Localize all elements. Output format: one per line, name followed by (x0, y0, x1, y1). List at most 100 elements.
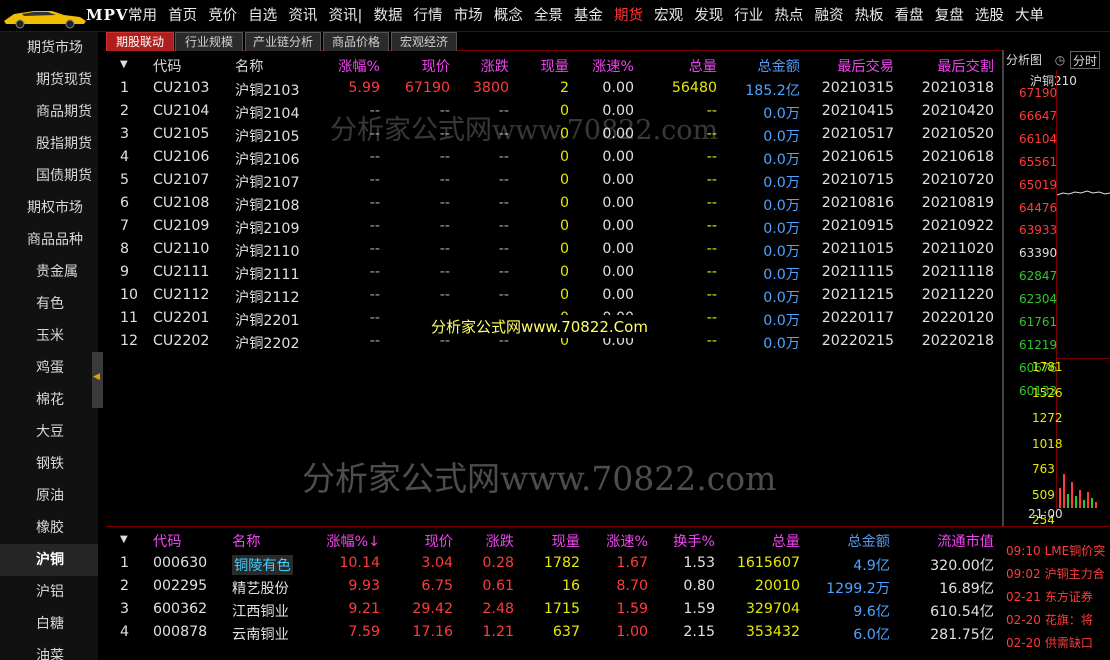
sidebar-item[interactable]: 商品期货 (0, 96, 98, 128)
sidebar-item[interactable]: 鸡蛋 (0, 352, 98, 384)
news-item[interactable]: 09:02 沪铜主力合 (1004, 563, 1110, 586)
sidebar-item[interactable]: 大豆 (0, 416, 98, 448)
table-row[interactable]: 1 CU2103 沪铜2103 5.99 67190 3800 2 0.00 56480 185.… (106, 78, 1002, 101)
sidebar-item[interactable]: 有色 (0, 288, 98, 320)
menu-market[interactable]: 市场 (454, 0, 483, 32)
sidebar-item[interactable]: 沪铝 (0, 576, 98, 608)
menu-bidding[interactable]: 竞价 (208, 0, 237, 32)
table-row[interactable]: 10 CU2112 沪铜2112 -- -- -- 0 0.00 -- 0.0万 20211215 2… (106, 285, 1002, 308)
news-item[interactable]: 02-20 花旗：将 (1004, 609, 1110, 632)
sidebar-item[interactable]: 棉花 (0, 384, 98, 416)
tab-2[interactable]: 产业链分析 (245, 32, 321, 51)
news-item[interactable]: 09:10 LME铜价突 (1004, 540, 1110, 563)
sidebar-item[interactable]: 贵金属 (0, 256, 98, 288)
column-header[interactable]: 现量 (552, 531, 580, 551)
column-header[interactable]: 总金额 (847, 531, 890, 551)
column-header[interactable]: 涨跌 (481, 56, 509, 76)
menu-concept[interactable]: 概念 (494, 0, 523, 32)
table-row[interactable]: 2 002295 精艺股份 9.93 6.75 0.61 16 8.70 0.80 20010 12… (106, 576, 1002, 599)
sports-car-logo-icon[interactable] (0, 2, 88, 30)
column-header[interactable]: 代码 (153, 531, 181, 551)
menu-quotes[interactable]: 行情 (414, 0, 443, 32)
menu-panorama[interactable]: 全景 (534, 0, 563, 32)
cell-pct: -- (369, 172, 380, 188)
clock-icon[interactable]: ◷ (1052, 51, 1068, 69)
column-header[interactable]: 流通市值 (937, 531, 994, 551)
tab-analysis-chart[interactable]: 分析图 (1006, 51, 1042, 69)
menu-data[interactable]: 数据 (373, 0, 402, 32)
sidebar-item[interactable]: 油菜 (0, 640, 98, 660)
menu-macro[interactable]: 宏观 (654, 0, 683, 32)
column-header[interactable]: 换手% (673, 531, 715, 551)
cell-name: 沪铜2109 (235, 221, 300, 237)
menu-hot-board[interactable]: 热板 (855, 0, 884, 32)
sidebar-item[interactable]: 玉米 (0, 320, 98, 352)
column-header[interactable]: 涨速% (592, 56, 634, 76)
column-header[interactable]: 现价 (425, 531, 453, 551)
sidebar-item[interactable]: 商品品种 (0, 224, 98, 256)
tab-3[interactable]: 商品价格 (323, 32, 389, 51)
menu-discover[interactable]: 发现 (694, 0, 723, 32)
column-header[interactable]: 总量 (689, 56, 717, 76)
menu-futures[interactable]: 期货 (614, 0, 643, 32)
menu-fund[interactable]: 基金 (574, 0, 603, 32)
sidebar-collapse-toggle[interactable]: ◀ (92, 352, 103, 408)
tab-4[interactable]: 宏观经济 (391, 32, 457, 51)
sidebar-item[interactable]: 沪铜 (0, 544, 98, 576)
column-header[interactable]: 涨幅% (338, 56, 380, 76)
sidebar-item[interactable]: 国债期货 (0, 160, 98, 192)
table-row[interactable]: 6 CU2108 沪铜2108 -- -- -- 0 0.00 -- 0.0万 20210816 20… (106, 193, 1002, 216)
menu-review[interactable]: 复盘 (935, 0, 964, 32)
news-item[interactable]: 02-20 供需缺口 (1004, 632, 1110, 655)
news-item[interactable]: 02-21 东方证券 (1004, 586, 1110, 609)
sidebar-item[interactable]: 期权市场 (0, 192, 98, 224)
sort-arrow-icon[interactable]: ▼ (120, 59, 128, 70)
tab-intraday[interactable]: 分时 (1070, 51, 1101, 69)
menu-watchlist[interactable]: 自选 (248, 0, 277, 32)
menu-watch[interactable]: 看盘 (895, 0, 924, 32)
column-header[interactable]: 最后交易 (837, 56, 894, 76)
menu-stock-picker[interactable]: 选股 (975, 0, 1004, 32)
cell-last-trade: 20210615 (821, 149, 894, 165)
sidebar-item[interactable]: 钢铁 (0, 448, 98, 480)
tab-0[interactable]: 期股联动 (106, 32, 174, 51)
table-row[interactable]: 3 600362 江西铜业 9.21 29.42 2.48 1715 1.59 1.59 3297… (106, 599, 1002, 622)
column-header[interactable]: 名称 (232, 531, 260, 551)
sidebar-item[interactable]: 白糖 (0, 608, 98, 640)
column-header[interactable]: 现价 (422, 56, 450, 76)
table-row[interactable]: 4 000878 云南铜业 7.59 17.16 1.21 637 1.00 2.15 35343… (106, 622, 1002, 645)
table-row[interactable]: 4 CU2106 沪铜2106 -- -- -- 0 0.00 -- 0.0万 20210615 20… (106, 147, 1002, 170)
column-header[interactable]: 名称 (235, 56, 263, 76)
table-row[interactable]: 8 CU2110 沪铜2110 -- -- -- 0 0.00 -- 0.0万 20211015 20… (106, 239, 1002, 262)
table-row[interactable]: 7 CU2109 沪铜2109 -- -- -- 0 0.00 -- 0.0万 20210915 20… (106, 216, 1002, 239)
menu-info[interactable]: 资讯 (288, 0, 317, 32)
row-index: 6 (120, 195, 130, 211)
menu-common[interactable]: 常用 (128, 0, 157, 32)
column-header[interactable]: 涨幅%↓ (326, 531, 380, 551)
menu-big-order[interactable]: 大单 (1015, 0, 1044, 32)
menu-info-2[interactable]: 资讯| (328, 0, 362, 32)
cell-vol: 0 (559, 241, 569, 257)
sidebar-item[interactable]: 期货现货 (0, 64, 98, 96)
column-header[interactable]: 总量 (772, 531, 800, 551)
sort-arrow-icon[interactable]: ▼ (120, 534, 128, 545)
tab-1[interactable]: 行业规模 (175, 32, 243, 51)
column-header[interactable]: 涨速% (606, 531, 648, 551)
sidebar-item[interactable]: 股指期货 (0, 128, 98, 160)
table-row[interactable]: 5 CU2107 沪铜2107 -- -- -- 0 0.00 -- 0.0万 20210715 20… (106, 170, 1002, 193)
column-header[interactable]: 最后交割 (937, 56, 994, 76)
column-header[interactable]: 总金额 (757, 56, 800, 76)
table-row[interactable]: 9 CU2111 沪铜2111 -- -- -- 0 0.00 -- 0.0万 20211115 20… (106, 262, 1002, 285)
sidebar-item[interactable]: 原油 (0, 480, 98, 512)
column-header[interactable]: 现量 (541, 56, 569, 76)
menu-margin[interactable]: 融资 (814, 0, 843, 32)
sidebar-item[interactable]: 期货市场 (0, 32, 98, 64)
column-header[interactable]: 代码 (153, 56, 181, 76)
menu-home[interactable]: 首页 (168, 0, 197, 32)
sidebar-item[interactable]: 橡胶 (0, 512, 98, 544)
table-row[interactable]: 1 000630 铜陵有色 10.14 3.04 0.28 1782 1.67 1.53 1615… (106, 553, 1002, 576)
column-header[interactable]: 涨跌 (486, 531, 514, 551)
menu-hotspot[interactable]: 热点 (774, 0, 803, 32)
cell-vol: 0 (559, 149, 569, 165)
menu-industry[interactable]: 行业 (734, 0, 763, 32)
